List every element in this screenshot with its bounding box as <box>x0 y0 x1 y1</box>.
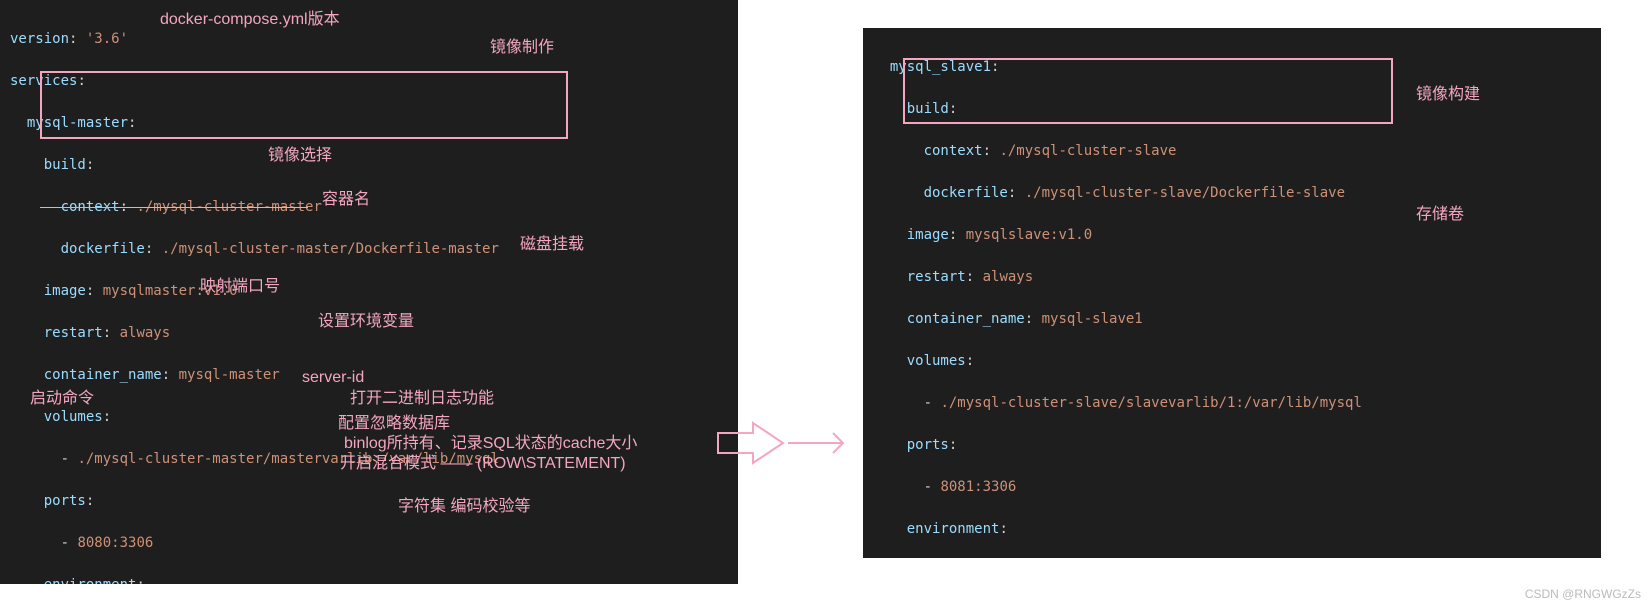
yaml-key: mysql-master <box>27 115 128 131</box>
yaml-value: always <box>983 269 1034 285</box>
yaml-key: services <box>10 73 77 89</box>
annotation-format: 开启混合模式 —— (ROW\STATEMENT) <box>340 452 626 476</box>
yaml-value: 8081:3306 <box>940 479 1016 495</box>
yaml-key: version <box>10 31 69 47</box>
yaml-value: mysql-slave1 <box>1042 311 1143 327</box>
yaml-key: build <box>907 101 949 117</box>
yaml-value: ./mysql-cluster-slave <box>999 143 1176 159</box>
yaml-key: dockerfile <box>61 241 145 257</box>
yaml-key: container_name <box>44 367 162 383</box>
yaml-key: ports <box>907 437 949 453</box>
annotation-command: 启动命令 <box>30 387 94 411</box>
yaml-key: ports <box>44 493 86 509</box>
yaml-key: environment <box>907 521 1000 537</box>
annotation-image: 镜像选择 <box>268 144 332 168</box>
annotation-volumes: 磁盘挂载 <box>520 233 584 257</box>
annotation-title: docker-compose.yml版本 <box>160 8 340 32</box>
yaml-key: build <box>44 157 86 173</box>
yaml-key: container_name <box>907 311 1025 327</box>
yaml-key: image <box>907 227 949 243</box>
yaml-key: volumes <box>44 409 103 425</box>
annotation-container: 容器名 <box>322 188 370 212</box>
yaml-key: image <box>44 283 86 299</box>
yaml-value: always <box>120 325 171 341</box>
yaml-key: environment <box>44 577 137 584</box>
yaml-key: context <box>924 143 983 159</box>
annotation-env: 设置环境变量 <box>318 310 414 334</box>
yaml-value: 8080:3306 <box>77 535 153 551</box>
yaml-key: mysql_slave1 <box>890 59 991 75</box>
watermark-text: CSDN @RNGWGzZs <box>1525 585 1641 603</box>
annotation-volumes-right: 存储卷 <box>1416 203 1464 227</box>
yaml-value: ./mysql-cluster-master <box>136 199 321 215</box>
yaml-editor-master: version: '3.6' services: mysql-master: b… <box>0 0 738 584</box>
yaml-value: '3.6' <box>86 31 128 47</box>
yaml-value: ./mysql-cluster-slave/slavevarlib/1:/var… <box>940 395 1361 411</box>
arrow-icon <box>713 418 853 468</box>
yaml-value: mysql-master <box>179 367 280 383</box>
yaml-key: dockerfile <box>924 185 1008 201</box>
annotation-ports: 映射端口号 <box>200 275 280 299</box>
yaml-editor-slave: mysql_slave1: build: context: ./mysql-cl… <box>863 28 1601 558</box>
yaml-value: ./mysql-cluster-master/Dockerfile-master <box>162 241 499 257</box>
annotation-binlog: 打开二进制日志功能 <box>350 387 494 411</box>
yaml-key: restart <box>907 269 966 285</box>
annotation-build-right: 镜像构建 <box>1416 83 1480 107</box>
yaml-value: mysqlslave:v1.0 <box>966 227 1092 243</box>
yaml-value: ./mysql-cluster-slave/Dockerfile-slave <box>1025 185 1345 201</box>
yaml-key: restart <box>44 325 103 341</box>
annotation-charset: 字符集 编码校验等 <box>398 495 530 519</box>
annotation-build: 镜像制作 <box>490 36 554 60</box>
yaml-key: volumes <box>907 353 966 369</box>
yaml-key: context <box>61 199 120 215</box>
